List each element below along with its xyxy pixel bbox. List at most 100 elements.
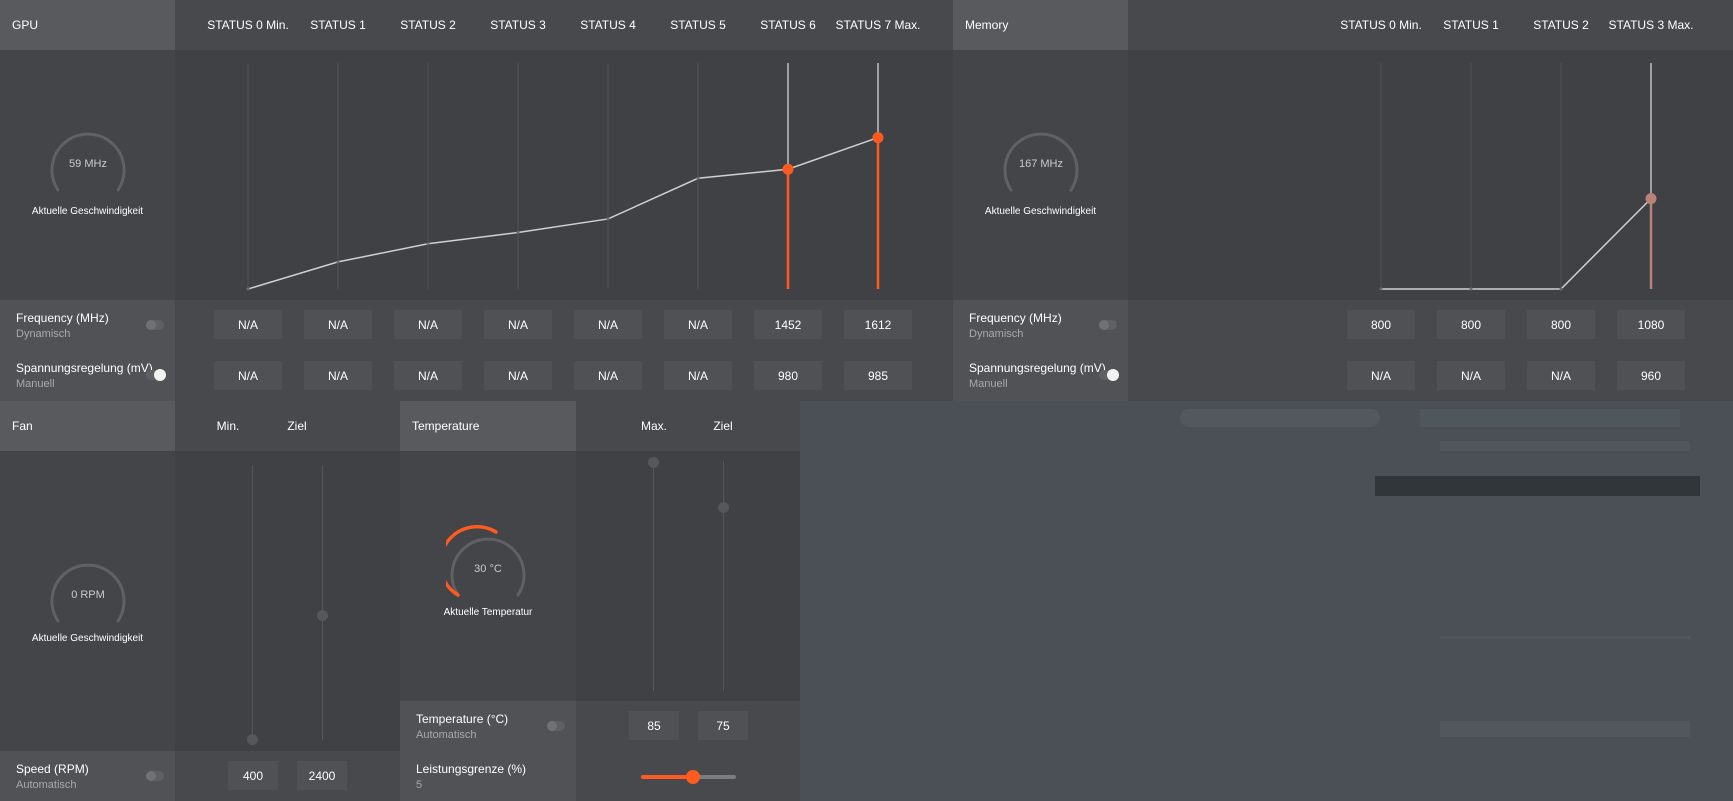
gpu-state-header-2: STATUS 2 bbox=[400, 18, 456, 32]
fan-min-input[interactable]: 400 bbox=[228, 761, 278, 790]
gpu-frequency-row-label: Frequency (MHz) Dynamisch bbox=[0, 300, 175, 350]
fan-gauge-value: 0 RPM bbox=[71, 589, 105, 601]
power-limit-value: 5 bbox=[416, 779, 423, 791]
temperature-max-track[interactable] bbox=[653, 461, 654, 691]
gpu-gauge-value: 59 MHz bbox=[69, 158, 107, 170]
toggle-knob bbox=[154, 369, 166, 381]
gpu-frequency-toggle[interactable] bbox=[146, 320, 164, 330]
mem-curve-line bbox=[1381, 198, 1652, 290]
gpu-voltage-cell[interactable]: N/A bbox=[664, 361, 732, 390]
gpu-header: GPU bbox=[0, 0, 175, 50]
blur-block bbox=[1440, 441, 1690, 451]
gpu-frequency-cell[interactable]: 1452 bbox=[754, 310, 822, 339]
temperature-gauge-caption: Aktuelle Temperatur bbox=[443, 607, 533, 618]
mem-frequency-cell[interactable]: 800 bbox=[1527, 310, 1595, 339]
gpu-curve-chart[interactable] bbox=[175, 50, 953, 300]
gpu-frequency-cell[interactable]: N/A bbox=[664, 310, 732, 339]
gpu-frequency-cell[interactable]: N/A bbox=[304, 310, 372, 339]
fan-speed-toggle[interactable] bbox=[146, 771, 164, 781]
gpu-voltage-row-label: Spannungsregelung (mV) Manuell bbox=[0, 350, 175, 401]
gpu-frequency-cell[interactable]: N/A bbox=[394, 310, 462, 339]
fan-col-target: Ziel bbox=[287, 419, 307, 433]
gpu-state-point-5 bbox=[696, 176, 700, 180]
gpu-gauge-panel: 59 MHz Aktuelle Geschwindigkeit bbox=[0, 50, 175, 300]
gpu-voltage-cell[interactable]: N/A bbox=[214, 361, 282, 390]
temperature-col-target: Ziel bbox=[713, 419, 733, 433]
mem-voltage-cell[interactable]: N/A bbox=[1347, 361, 1415, 390]
memory-frequency-row-label: Frequency (MHz) Dynamisch bbox=[953, 300, 1128, 350]
temperature-header: Temperature bbox=[400, 401, 576, 451]
mem-frequency-cell[interactable]: 1080 bbox=[1617, 310, 1685, 339]
fan-gauge: 0 RPM bbox=[50, 563, 126, 623]
gpu-frequency-cell[interactable]: N/A bbox=[574, 310, 642, 339]
memory-header: Memory bbox=[953, 0, 1128, 50]
mem-state-point-2 bbox=[1559, 287, 1563, 291]
temperature-max-input[interactable]: 85 bbox=[629, 711, 679, 740]
mem-voltage-cell[interactable]: N/A bbox=[1527, 361, 1595, 390]
power-limit-row-label: Leistungsgrenze (%) 5 bbox=[400, 751, 576, 801]
gpu-voltage-cell[interactable]: N/A bbox=[304, 361, 372, 390]
blur-line bbox=[1440, 636, 1690, 639]
mem-state-header-3: STATUS 3 Max. bbox=[1608, 18, 1694, 32]
fan-column-header: Min. Ziel bbox=[175, 401, 400, 451]
temperature-target-input[interactable]: 75 bbox=[698, 711, 748, 740]
power-limit-row bbox=[576, 751, 800, 801]
gpu-state-header-3: STATUS 3 bbox=[490, 18, 546, 32]
mem-voltage-cell[interactable]: 960 bbox=[1617, 361, 1685, 390]
mem-frequency-cell[interactable]: 800 bbox=[1437, 310, 1505, 339]
gpu-state-point-2 bbox=[426, 242, 430, 246]
fan-min-track[interactable] bbox=[252, 465, 253, 740]
gpu-frequency-mode: Dynamisch bbox=[16, 328, 71, 340]
gpu-state-point-4 bbox=[606, 217, 610, 221]
fan-speed-mode: Automatisch bbox=[16, 779, 77, 791]
temperature-title: Temperature bbox=[412, 419, 480, 433]
background-blur-area bbox=[800, 401, 1733, 801]
gpu-frequency-cell[interactable]: N/A bbox=[484, 310, 552, 339]
power-limit-slider[interactable] bbox=[641, 770, 736, 784]
memory-voltage-toggle[interactable] bbox=[1099, 369, 1119, 381]
temperature-mode: Automatisch bbox=[416, 729, 477, 741]
gpu-curve-line bbox=[247, 136, 879, 290]
temperature-gauge-panel: 30 °C Aktuelle Temperatur bbox=[400, 451, 576, 701]
temperature-target-handle[interactable] bbox=[718, 502, 729, 513]
gpu-state-header-0: STATUS 0 Min. bbox=[207, 18, 289, 32]
fan-gauge-panel: 0 RPM Aktuelle Geschwindigkeit bbox=[0, 451, 175, 751]
memory-curve-chart[interactable] bbox=[1128, 50, 1733, 300]
memory-frequency-toggle[interactable] bbox=[1099, 320, 1117, 330]
memory-curve-area bbox=[1128, 50, 1733, 300]
memory-frequency-mode: Dynamisch bbox=[969, 328, 1024, 340]
gpu-voltage-cell[interactable]: N/A bbox=[394, 361, 462, 390]
fan-min-handle[interactable] bbox=[247, 734, 258, 745]
fan-target-input[interactable]: 2400 bbox=[297, 761, 347, 790]
gpu-voltage-cell[interactable]: N/A bbox=[574, 361, 642, 390]
gpu-state-point-6[interactable] bbox=[782, 163, 794, 175]
gpu-frequency-cell[interactable]: N/A bbox=[214, 310, 282, 339]
mem-voltage-cell[interactable]: N/A bbox=[1437, 361, 1505, 390]
memory-voltage-label: Spannungsregelung (mV) bbox=[969, 361, 1106, 375]
mem-frequency-cell[interactable]: 800 bbox=[1347, 310, 1415, 339]
fan-target-handle[interactable] bbox=[317, 610, 328, 621]
gpu-frequency-cell[interactable]: 1612 bbox=[844, 310, 912, 339]
fan-slider-area bbox=[175, 451, 400, 751]
blur-block bbox=[1440, 721, 1690, 737]
temperature-toggle[interactable] bbox=[547, 721, 565, 731]
power-limit-handle[interactable] bbox=[686, 770, 701, 784]
temperature-max-handle[interactable] bbox=[648, 457, 659, 468]
memory-gauge-caption: Aktuelle Geschwindigkeit bbox=[984, 206, 1097, 217]
gpu-voltage-cell[interactable]: 980 bbox=[754, 361, 822, 390]
mem-state-point-3[interactable] bbox=[1645, 193, 1657, 205]
gpu-voltage-cell[interactable]: N/A bbox=[484, 361, 552, 390]
temperature-target-track[interactable] bbox=[723, 461, 724, 691]
gpu-voltage-label: Spannungsregelung (mV) bbox=[16, 361, 153, 375]
mem-state-header-1: STATUS 1 bbox=[1443, 18, 1499, 32]
gpu-voltage-cell[interactable]: 985 bbox=[844, 361, 912, 390]
gpu-state-point-0 bbox=[246, 287, 250, 291]
temperature-slider-area bbox=[576, 451, 800, 701]
gpu-voltage-toggle[interactable] bbox=[146, 369, 166, 381]
fan-speed-label: Speed (RPM) bbox=[16, 762, 89, 776]
gpu-frequency-label: Frequency (MHz) bbox=[16, 311, 109, 325]
fan-col-min: Min. bbox=[216, 419, 240, 433]
fan-target-track[interactable] bbox=[322, 465, 323, 740]
toggle-knob bbox=[1107, 369, 1119, 381]
gpu-state-point-7[interactable] bbox=[872, 132, 884, 144]
